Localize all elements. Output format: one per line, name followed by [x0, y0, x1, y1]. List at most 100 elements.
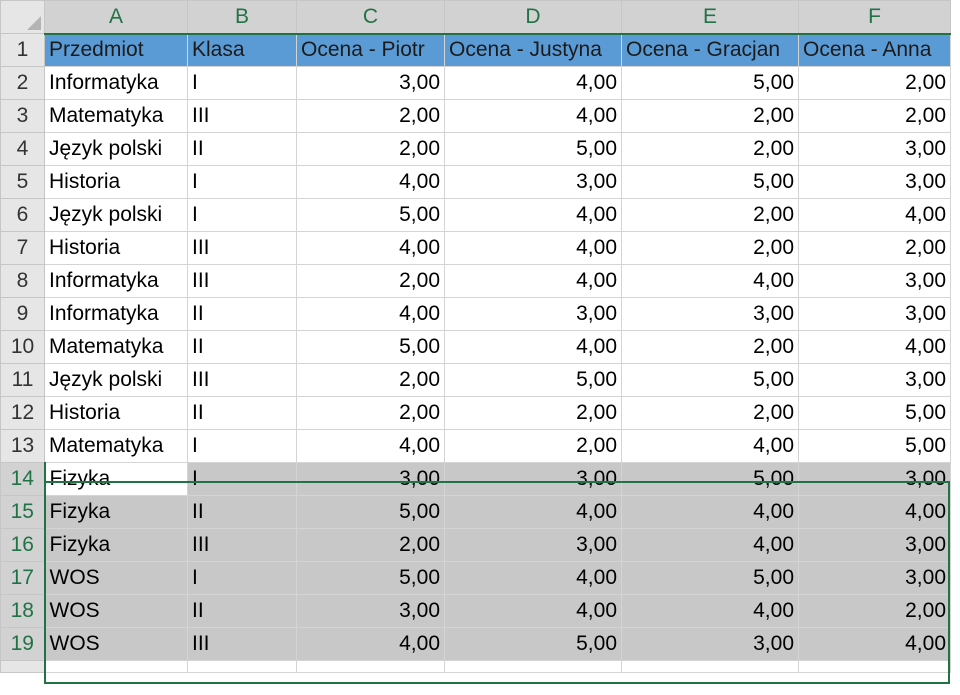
cell[interactable]: 3,00 — [798, 132, 951, 166]
cell[interactable]: 2,00 — [444, 396, 622, 430]
column-header-b[interactable]: B — [187, 0, 297, 35]
cell[interactable]: 3,00 — [798, 462, 951, 496]
cell[interactable]: III — [187, 264, 297, 298]
cell[interactable]: 4,00 — [444, 99, 622, 133]
row-header[interactable]: 11 — [0, 363, 45, 397]
cell[interactable]: 4,00 — [444, 330, 622, 364]
cell[interactable]: 3,00 — [621, 627, 799, 661]
cell[interactable]: Fizyka — [44, 462, 188, 496]
row-header[interactable]: 4 — [0, 132, 45, 166]
cell[interactable]: 2,00 — [621, 330, 799, 364]
cell[interactable]: 4,00 — [444, 561, 622, 595]
column-header-e[interactable]: E — [621, 0, 799, 35]
cell[interactable]: 3,00 — [296, 594, 445, 628]
cell[interactable]: Fizyka — [44, 495, 188, 529]
cell[interactable]: 5,00 — [621, 561, 799, 595]
cell[interactable]: WOS — [44, 627, 188, 661]
cell[interactable] — [621, 660, 799, 673]
cell[interactable]: 5,00 — [296, 495, 445, 529]
column-header-c[interactable]: C — [296, 0, 445, 35]
cell[interactable]: 5,00 — [798, 396, 951, 430]
cell[interactable]: 3,00 — [296, 462, 445, 496]
cell[interactable]: Matematyka — [44, 330, 188, 364]
cell[interactable]: 3,00 — [621, 297, 799, 331]
cell[interactable]: I — [187, 198, 297, 232]
cell[interactable]: I — [187, 429, 297, 463]
cell[interactable]: 2,00 — [798, 99, 951, 133]
row-header[interactable]: 6 — [0, 198, 45, 232]
cell[interactable]: II — [187, 594, 297, 628]
cell[interactable]: 3,00 — [444, 297, 622, 331]
cell[interactable] — [44, 660, 188, 673]
cell[interactable]: 4,00 — [444, 495, 622, 529]
cell[interactable]: 4,00 — [798, 330, 951, 364]
select-all-corner[interactable] — [0, 0, 45, 34]
row-header[interactable]: 2 — [0, 66, 45, 100]
row-header[interactable]: 13 — [0, 429, 45, 463]
cell[interactable]: Język polski — [44, 363, 188, 397]
cell[interactable]: 2,00 — [621, 198, 799, 232]
cell[interactable]: 4,00 — [444, 594, 622, 628]
cell[interactable]: 5,00 — [621, 462, 799, 496]
cell[interactable]: 3,00 — [798, 363, 951, 397]
header-cell-ocena-piotr[interactable]: Ocena - Piotr — [296, 33, 445, 67]
cell[interactable]: III — [187, 627, 297, 661]
cell[interactable]: 5,00 — [798, 429, 951, 463]
cell[interactable]: 3,00 — [798, 528, 951, 562]
cell[interactable]: 4,00 — [798, 495, 951, 529]
cell[interactable]: 2,00 — [798, 594, 951, 628]
row-header[interactable]: 12 — [0, 396, 45, 430]
row-header[interactable]: 18 — [0, 594, 46, 628]
cell[interactable]: 2,00 — [798, 231, 951, 265]
cell[interactable]: WOS — [44, 561, 188, 595]
cell[interactable]: II — [187, 396, 297, 430]
cell[interactable]: I — [187, 561, 297, 595]
cell[interactable]: 4,00 — [621, 264, 799, 298]
cell[interactable]: 4,00 — [621, 429, 799, 463]
row-header[interactable]: 3 — [0, 99, 45, 133]
cell[interactable]: 3,00 — [798, 297, 951, 331]
cell[interactable]: III — [187, 528, 297, 562]
cell[interactable]: II — [187, 132, 297, 166]
cell[interactable]: 3,00 — [444, 165, 622, 199]
cell[interactable]: Matematyka — [44, 99, 188, 133]
cell[interactable]: 4,00 — [444, 231, 622, 265]
cell[interactable]: Język polski — [44, 198, 188, 232]
cell[interactable]: 2,00 — [621, 99, 799, 133]
cell[interactable]: 5,00 — [444, 132, 622, 166]
cell[interactable]: Historia — [44, 165, 188, 199]
cell[interactable]: 3,00 — [444, 528, 622, 562]
cell[interactable]: II — [187, 330, 297, 364]
cell[interactable]: 4,00 — [296, 231, 445, 265]
cell[interactable] — [798, 660, 951, 673]
row-header[interactable] — [0, 660, 45, 673]
cell[interactable]: 2,00 — [444, 429, 622, 463]
row-header[interactable]: 15 — [0, 495, 46, 529]
cell[interactable]: 4,00 — [444, 66, 622, 100]
cell[interactable]: 5,00 — [296, 198, 445, 232]
cell[interactable]: Historia — [44, 231, 188, 265]
header-cell-ocena-justyna[interactable]: Ocena - Justyna — [444, 33, 622, 67]
cell[interactable]: WOS — [44, 594, 188, 628]
cell[interactable]: 4,00 — [798, 627, 951, 661]
cell[interactable]: Matematyka — [44, 429, 188, 463]
cell[interactable]: I — [187, 462, 297, 496]
cell[interactable]: 3,00 — [798, 561, 951, 595]
cell[interactable]: 2,00 — [296, 363, 445, 397]
header-cell-przedmiot[interactable]: Przedmiot — [44, 33, 188, 67]
row-header[interactable]: 14 — [0, 462, 46, 496]
cell[interactable]: Historia — [44, 396, 188, 430]
row-header[interactable]: 16 — [0, 528, 46, 562]
cell[interactable]: 2,00 — [798, 66, 951, 100]
cell[interactable]: Język polski — [44, 132, 188, 166]
cell[interactable]: Informatyka — [44, 297, 188, 331]
row-header[interactable]: 5 — [0, 165, 45, 199]
row-header[interactable]: 10 — [0, 330, 45, 364]
cell[interactable]: II — [187, 495, 297, 529]
header-cell-ocena-gracjan[interactable]: Ocena - Gracjan — [621, 33, 799, 67]
cell[interactable] — [296, 660, 445, 673]
column-header-a[interactable]: A — [44, 0, 188, 35]
cell[interactable]: 2,00 — [296, 132, 445, 166]
cell[interactable]: 5,00 — [296, 330, 445, 364]
cell[interactable]: 3,00 — [798, 264, 951, 298]
